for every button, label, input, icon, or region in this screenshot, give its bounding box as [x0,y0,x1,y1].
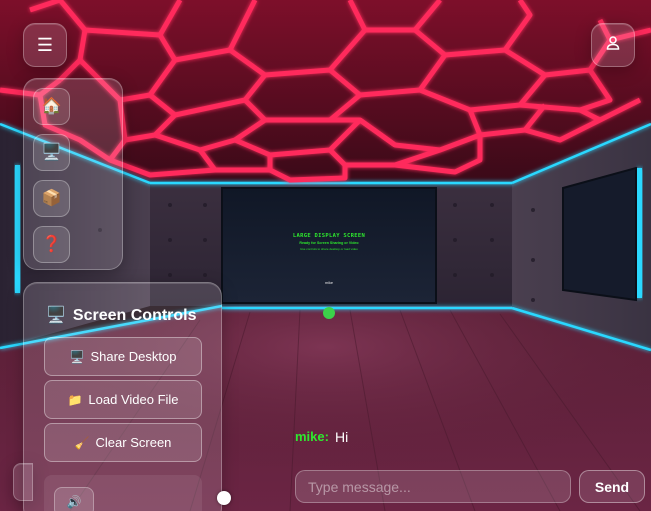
screen-owner-tag: mike [324,281,334,285]
chat-message: mike: Hi [295,429,348,445]
broom-icon: 🧹 [74,435,90,450]
clear-screen-button[interactable]: 🧹 Clear Screen [44,423,202,462]
speaker-icon: 🔊 [66,495,82,509]
toolbar-home-button[interactable]: 🏠 [33,88,70,125]
player-avatar-dot[interactable] [323,307,335,319]
share-desktop-label: Share Desktop [90,349,177,364]
monitor-icon: 🖥️ [46,307,66,324]
chat-message-text: Hi [334,429,349,445]
load-video-label: Load Video File [88,392,179,407]
chat-input[interactable] [295,470,571,503]
home-icon: 🏠 [41,97,62,115]
help-icon: ❓ [41,235,62,253]
screen-controls-title: 🖥️ Screen Controls [46,305,197,327]
toolbar-panel: 🏠 🖥️ 📦 ❓ [23,78,123,270]
screen-subtitle: Ready for Screen Sharing or Video [299,241,359,245]
screen-caption: Use controls to share desktop or load vi… [300,247,358,251]
clear-screen-label: Clear Screen [95,435,172,450]
screen-title: LARGE DISPLAY SCREEN [292,233,366,239]
user-profile-button[interactable] [591,23,635,67]
menu-button[interactable]: ☰ [23,23,67,67]
screen-controls-panel: 🖥️ Screen Controls 🖥️ Share Desktop 📁 Lo… [23,282,222,511]
folder-icon: 📁 [67,392,83,407]
side-screen [562,166,637,302]
mute-button[interactable]: 🔊 [54,487,94,511]
volume-control: 🔊 [44,475,202,511]
share-desktop-button[interactable]: 🖥️ Share Desktop [44,337,202,376]
load-video-button[interactable]: 📁 Load Video File [44,380,202,419]
monitor-icon: 🖥️ [41,143,62,161]
toolbar-screen-button[interactable]: 🖥️ [33,134,70,171]
toolbar-help-button[interactable]: ❓ [33,226,70,263]
hamburger-icon: ☰ [36,35,54,55]
chat-username: mike: [295,429,329,444]
volume-slider-knob[interactable] [217,491,231,505]
large-display-screen[interactable] [221,187,437,304]
screen-controls-title-text: Screen Controls [72,307,197,324]
toolbar-objects-button[interactable]: 📦 [33,180,70,217]
box-icon: 📦 [41,189,62,207]
monitor-icon: 🖥️ [69,349,85,364]
send-button[interactable]: Send [579,470,645,503]
user-icon [605,35,621,56]
